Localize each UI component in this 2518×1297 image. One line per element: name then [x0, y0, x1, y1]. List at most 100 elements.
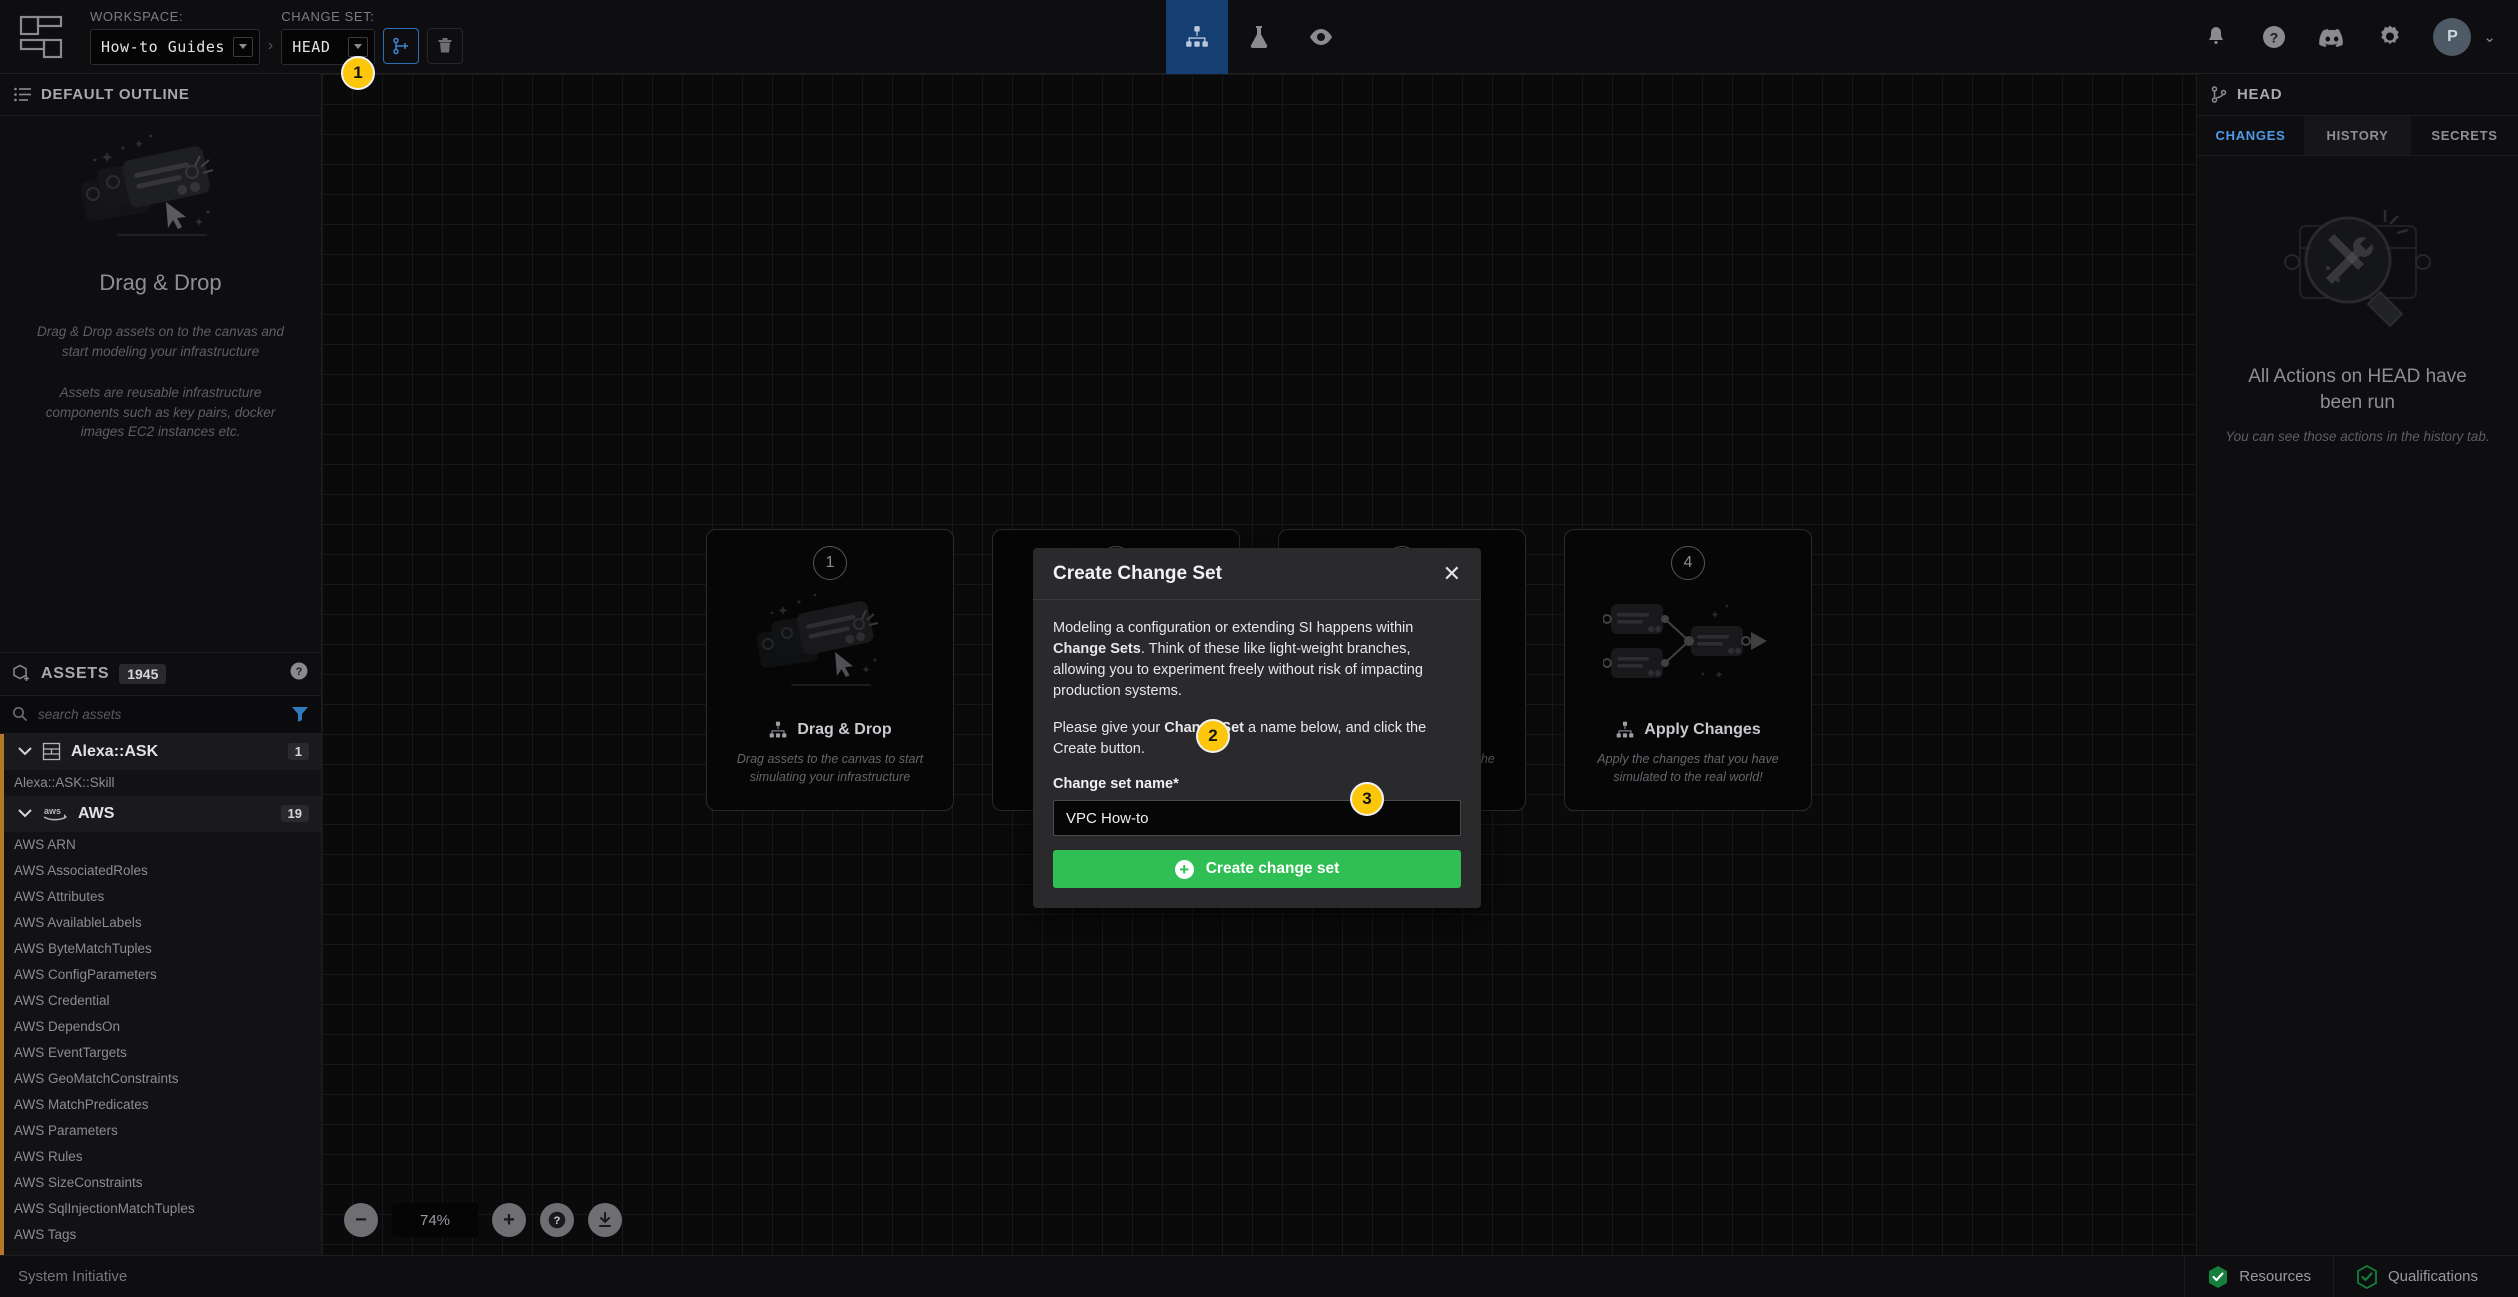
card-subtitle: Drag assets to the canvas to start simul… [736, 752, 924, 785]
status-resources[interactable]: Resources [2184, 1256, 2333, 1297]
asset-item[interactable]: AWS GeoMatchConstraints [0, 1065, 321, 1092]
asset-item-label: AWS Parameters [14, 1123, 118, 1138]
zoom-out-button[interactable]: − [344, 1203, 378, 1237]
status-qualifications[interactable]: Qualifications [2332, 1256, 2500, 1297]
asset-item-label: AWS WhitelistRules [14, 1253, 134, 1255]
gear-icon [2381, 25, 2400, 45]
asset-item[interactable]: AWS SizeConstraints [0, 1169, 321, 1196]
changeset-name-input[interactable] [1053, 800, 1461, 837]
changes-empty-sub: You can see those actions in the history… [2225, 429, 2490, 445]
asset-list[interactable]: Alexa::ASK 1 Alexa::ASK::Skill aws AWS 1… [0, 733, 321, 1255]
view-tab[interactable] [1290, 0, 1352, 74]
category-color-bar [0, 987, 4, 1014]
category-color-bar [0, 1169, 4, 1196]
asset-item[interactable]: AWS Credential [0, 987, 321, 1014]
canvas-help-button[interactable]: ? [540, 1203, 574, 1237]
create-change-set-button[interactable]: + Create change set [1053, 850, 1461, 889]
category-color-bar [0, 1013, 4, 1040]
chevron-down-icon[interactable]: ⌄ [2483, 28, 2496, 46]
asset-item[interactable]: Alexa::ASK::Skill [0, 769, 321, 796]
avatar[interactable]: P [2433, 18, 2472, 56]
asset-item[interactable]: AWS MatchPredicates [0, 1091, 321, 1118]
asset-item[interactable]: AWS ARN [0, 831, 321, 858]
zoom-in-button[interactable]: + [492, 1203, 526, 1237]
asset-item[interactable]: AWS Parameters [0, 1117, 321, 1144]
card-title-row: Apply Changes [1615, 720, 1761, 740]
chevron-down-icon [232, 36, 253, 57]
callout-badge-1: 1 [341, 56, 375, 90]
alexa-icon [42, 742, 61, 761]
hint-card-apply-changes: 4 Apply Changes Apply the changes that y… [1564, 529, 1812, 811]
category-color-bar [0, 1117, 4, 1144]
asset-item[interactable]: AWS AvailableLabels [0, 909, 321, 936]
category-count: 19 [280, 805, 309, 822]
download-button[interactable] [588, 1203, 622, 1237]
question-circle-icon: ? [290, 662, 308, 680]
asset-item[interactable]: AWS EventTargets [0, 1039, 321, 1066]
asset-item-label: AWS SqlInjectionMatchTuples [14, 1201, 195, 1216]
workspace-group: WORKSPACE: How-to Guides [90, 9, 260, 65]
si-logo[interactable] [10, 6, 72, 68]
dialog-p2-pre: Please give your [1053, 720, 1165, 737]
asset-item[interactable]: AWS Attributes [0, 883, 321, 910]
tab-history[interactable]: HISTORY [2304, 116, 2411, 155]
asset-item[interactable]: AWS Rules [0, 1143, 321, 1170]
asset-item[interactable]: AWS ConfigParameters [0, 961, 321, 988]
asset-item[interactable]: AWS Tags [0, 1221, 321, 1248]
card-title: Drag & Drop [797, 721, 892, 738]
discord-icon[interactable] [2317, 22, 2347, 52]
tab-changes[interactable]: CHANGES [2197, 116, 2304, 155]
center-tab-bar [1166, 0, 1352, 74]
question-circle-icon: ? [2263, 26, 2286, 48]
zoom-level[interactable]: 74% [392, 1203, 478, 1237]
callout-number: 2 [1208, 726, 1218, 745]
step-number: 1 [813, 546, 847, 580]
sitemap-icon [1616, 721, 1634, 738]
search-input[interactable] [38, 706, 281, 722]
close-icon[interactable]: ✕ [1443, 562, 1461, 585]
dialog-paragraph-1: Modeling a configuration or extending SI… [1053, 618, 1461, 702]
eye-icon [1310, 29, 1332, 45]
breadcrumb-separator: › [267, 36, 274, 54]
chevron-down-icon [347, 36, 368, 57]
asset-item[interactable]: AWS WhitelistRules [0, 1247, 321, 1255]
tab-secrets[interactable]: SECRETS [2411, 116, 2518, 155]
changeset-value: HEAD [292, 37, 331, 56]
asset-item-label: AWS EventTargets [14, 1045, 127, 1060]
callout-number: 1 [353, 63, 363, 82]
card-title-row: Drag & Drop [768, 720, 892, 740]
asset-item[interactable]: AWS DependsOn [0, 1013, 321, 1040]
model-tab[interactable] [1166, 0, 1228, 74]
help-icon[interactable]: ? [2259, 22, 2289, 52]
create-changeset-button[interactable] [382, 27, 419, 64]
asset-item-label: AWS GeoMatchConstraints [14, 1071, 179, 1086]
asset-item-label: AWS AvailableLabels [14, 915, 142, 930]
dialog-body: Modeling a configuration or extending SI… [1033, 600, 1481, 908]
asset-item[interactable]: AWS SqlInjectionMatchTuples [0, 1195, 321, 1222]
lab-tab[interactable] [1228, 0, 1290, 74]
asset-item[interactable]: AWS AssociatedRoles [0, 857, 321, 884]
assets-help-icon[interactable]: ? [289, 661, 309, 686]
outline-empty-line2: Assets are reusable infrastructure compo… [45, 385, 276, 440]
assets-title: ASSETS [41, 664, 110, 682]
app-header: WORKSPACE: How-to Guides › CHANGE SET: H… [0, 0, 2518, 74]
asset-category-aws[interactable]: aws AWS 19 [0, 795, 321, 832]
assets-header: ASSETS 1945 ? [0, 651, 321, 696]
funnel-icon[interactable] [291, 706, 309, 722]
delete-changeset-button[interactable] [426, 27, 463, 64]
trash-icon [438, 38, 452, 53]
app-body: DEFAULT OUTLINE Drag & Drop Drag & Drop … [0, 56, 2518, 1255]
drag-drop-art [80, 134, 213, 236]
plus-circle-icon: + [1174, 859, 1194, 879]
settings-icon[interactable] [2375, 22, 2405, 52]
notifications-icon[interactable] [2201, 22, 2231, 52]
hex-check-filled-icon [2209, 1265, 2228, 1288]
workspace-select[interactable]: How-to Guides [90, 28, 260, 65]
callout-badge-2: 2 [1196, 719, 1230, 753]
chevron-down-icon [18, 747, 32, 756]
app-root: WORKSPACE: How-to Guides › CHANGE SET: H… [0, 0, 2518, 1297]
changes-empty-state: All Actions on HEAD have been run You ca… [2197, 156, 2518, 1255]
create-change-set-dialog: Create Change Set ✕ Modeling a configura… [1033, 548, 1481, 909]
asset-category-alexa-ask[interactable]: Alexa::ASK 1 [0, 733, 321, 770]
asset-item[interactable]: AWS ByteMatchTuples [0, 935, 321, 962]
